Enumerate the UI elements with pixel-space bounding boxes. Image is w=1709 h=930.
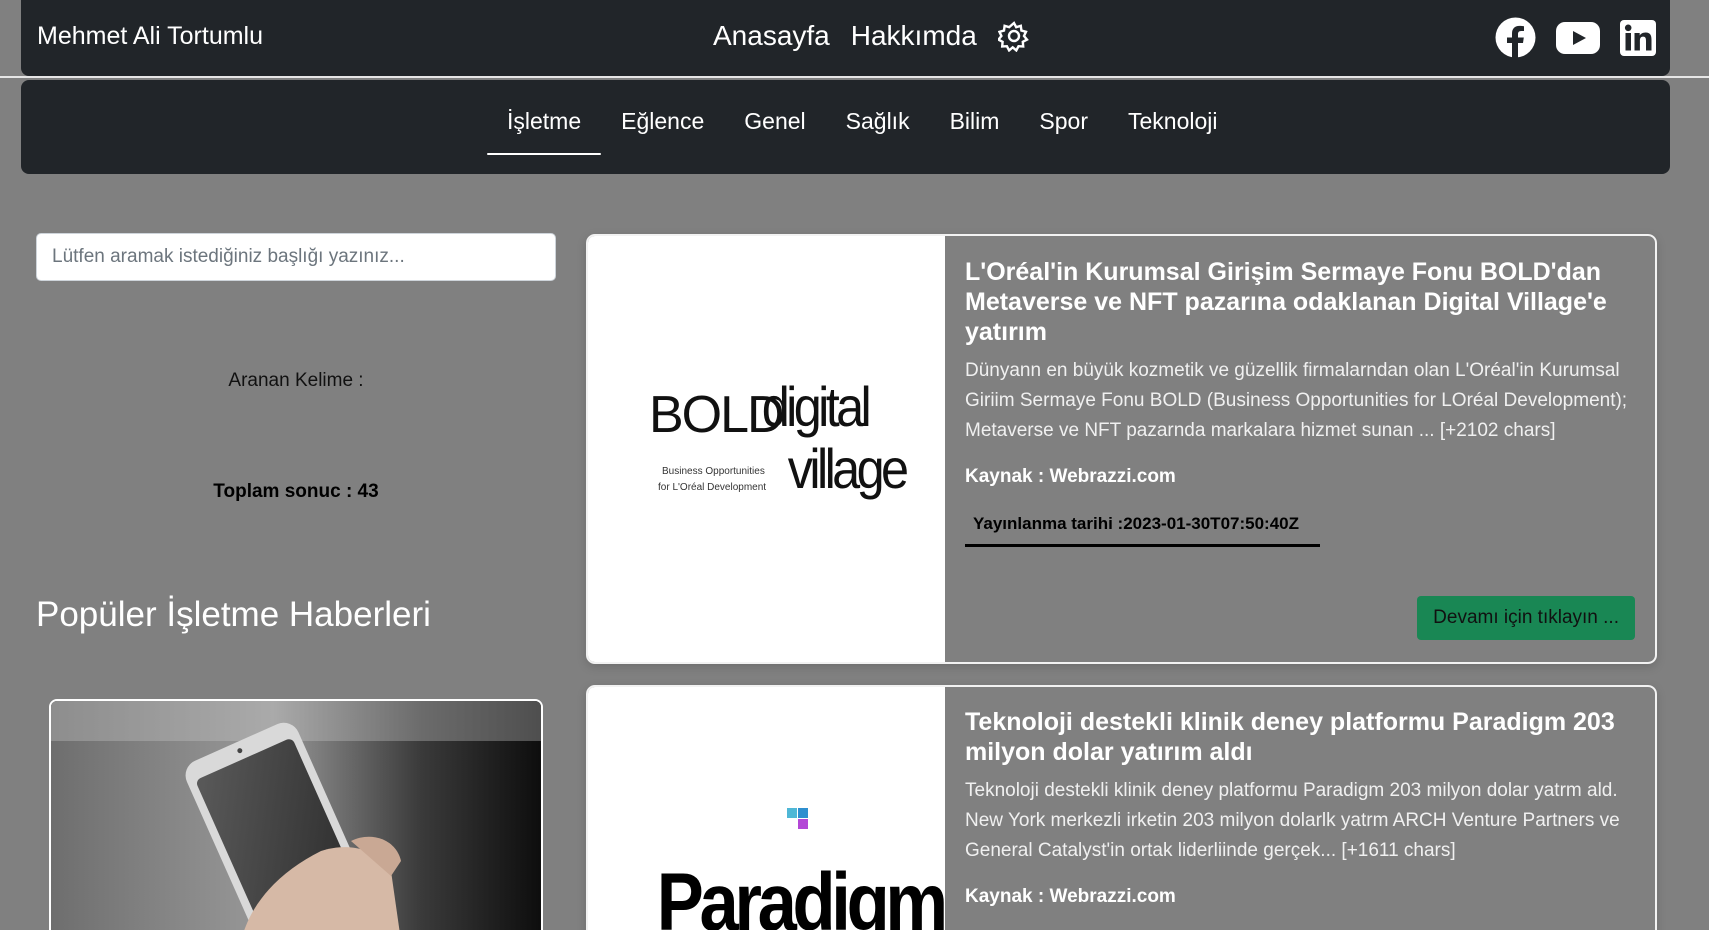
news-title[interactable]: Teknoloji destekli klinik deney platform… bbox=[965, 707, 1635, 767]
gear-icon[interactable] bbox=[996, 20, 1030, 53]
category-tabs: İşletme Eğlence Genel Sağlık Bilim Spor … bbox=[487, 80, 1238, 174]
news-card: BOLD Business Opportunities for L'Oréal … bbox=[586, 234, 1657, 664]
tab-eglence[interactable]: Eğlence bbox=[601, 80, 724, 154]
searched-keyword-label: Aranan Kelime : bbox=[228, 370, 364, 391]
tab-saglik[interactable]: Sağlık bbox=[826, 80, 930, 154]
news-date: Yayınlanma tarihi :2023-01-30T07:50:40Z bbox=[965, 510, 1320, 547]
brand-name[interactable]: Mehmet Ali Tortumlu bbox=[37, 22, 263, 51]
news-description: Teknoloji destekli klinik deney platform… bbox=[965, 780, 1620, 861]
tab-isletme[interactable]: İşletme bbox=[487, 80, 602, 155]
popular-news-title: Popüler İşletme Haberleri bbox=[36, 595, 431, 634]
tab-genel[interactable]: Genel bbox=[724, 80, 825, 154]
news-description: Dünyann en büyük kozmetik ve güzellik fi… bbox=[965, 360, 1628, 441]
header-divider bbox=[0, 76, 1709, 78]
bold-logo-sub2: for L'Oréal Development bbox=[658, 482, 766, 493]
news-card: Paradigm Teknoloji destekli klinik deney… bbox=[586, 685, 1657, 930]
news-source: Kaynak : Webrazzi.com bbox=[965, 466, 1176, 487]
tab-teknoloji[interactable]: Teknoloji bbox=[1108, 80, 1238, 154]
digital-village-logo-line2: village bbox=[788, 439, 908, 501]
bold-logo-sub1: Business Opportunities bbox=[662, 466, 765, 477]
paradigm-logo-mark bbox=[787, 808, 797, 818]
facebook-icon[interactable] bbox=[1495, 17, 1536, 63]
tab-bilim[interactable]: Bilim bbox=[930, 80, 1020, 154]
search-input[interactable] bbox=[36, 233, 556, 281]
news-body: Teknoloji destekli klinik deney platform… bbox=[965, 687, 1635, 908]
top-navbar: Mehmet Ali Tortumlu Anasayfa Hakkımda bbox=[21, 0, 1670, 76]
paradigm-logo: Paradigm bbox=[657, 857, 945, 930]
nav-about-link[interactable]: Hakkımda bbox=[851, 20, 977, 52]
category-bar: İşletme Eğlence Genel Sağlık Bilim Spor … bbox=[21, 80, 1670, 174]
digital-village-logo-line1: digital bbox=[762, 377, 869, 439]
youtube-icon[interactable] bbox=[1556, 21, 1600, 59]
news-thumbnail: Paradigm bbox=[588, 687, 949, 930]
tab-spor[interactable]: Spor bbox=[1019, 80, 1108, 154]
popular-news-card[interactable] bbox=[49, 699, 543, 930]
main-nav: Anasayfa Hakkımda bbox=[713, 20, 1030, 53]
total-results-label: Toplam sonuc : 43 bbox=[213, 481, 379, 502]
linkedin-icon[interactable] bbox=[1620, 19, 1656, 61]
news-body: L'Oréal'in Kurumsal Girişim Sermaye Fonu… bbox=[965, 236, 1635, 547]
social-links bbox=[1475, 17, 1656, 63]
news-thumbnail: BOLD Business Opportunities for L'Oréal … bbox=[588, 236, 945, 662]
nav-home-link[interactable]: Anasayfa bbox=[713, 20, 830, 52]
news-title[interactable]: L'Oréal'in Kurumsal Girişim Sermaye Fonu… bbox=[965, 257, 1635, 347]
news-source: Kaynak : Webrazzi.com bbox=[965, 886, 1176, 907]
read-more-button[interactable]: Devamı için tıklayın ... bbox=[1417, 596, 1635, 640]
popular-news-image bbox=[51, 701, 541, 930]
